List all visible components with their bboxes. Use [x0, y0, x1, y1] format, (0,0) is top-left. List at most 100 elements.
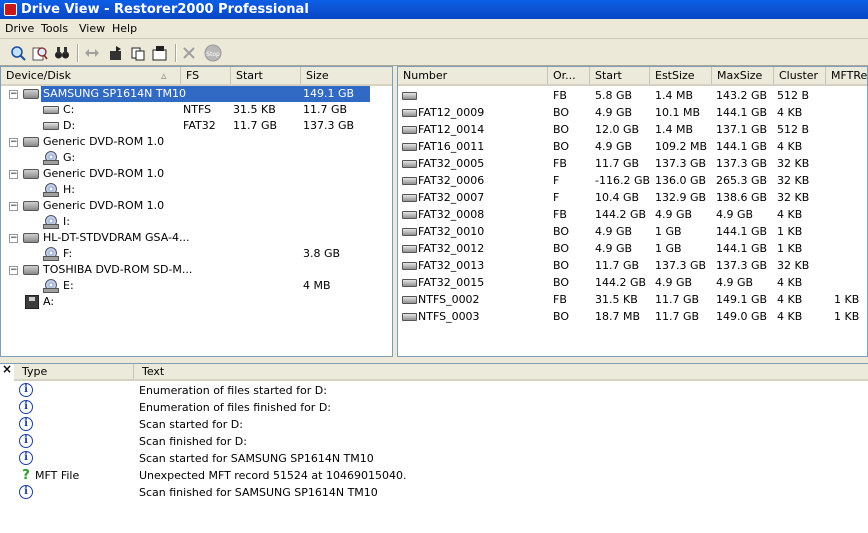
partition-maxsize: 137.3 GB	[716, 259, 768, 272]
tree-row[interactable]: I:	[1, 214, 392, 230]
save-icon[interactable]	[150, 43, 170, 63]
partition-icon	[402, 296, 417, 304]
table-row[interactable]: FAT32_0010 BO 4.9 GB 1 GB 144.1 GB 1 KB	[398, 224, 867, 241]
tree-row[interactable]: − SAMSUNG SP1614N TM10 149.1 GB	[1, 86, 392, 102]
table-row[interactable]: FAT32_0005 FB 11.7 GB 137.3 GB 137.3 GB 32 KB	[398, 156, 867, 173]
column-origin[interactable]: Or...	[548, 67, 590, 84]
device-name: C:	[63, 103, 75, 116]
cd-icon	[43, 279, 59, 293]
table-row[interactable]: FAT32_0015 BO 144.2 GB 4.9 GB 4.9 GB 4 KB	[398, 275, 867, 292]
log-row[interactable]: i Scan finished for SAMSUNG SP1614N TM10	[0, 485, 868, 502]
device-name: G:	[63, 151, 76, 164]
tree-row[interactable]: C: NTFS 31.5 KB 11.7 GB	[1, 102, 392, 118]
column-type[interactable]: Type	[14, 364, 134, 379]
tree-row[interactable]: − TOSHIBA DVD-ROM SD-M...	[1, 262, 392, 278]
tree-expand-icon[interactable]: −	[9, 138, 18, 147]
cd-base-shape	[43, 224, 59, 229]
partition-cluster: 4 KB	[777, 106, 803, 119]
log-text: Unexpected MFT record 51524 at 104690150…	[139, 469, 407, 482]
column-device-disk[interactable]: Device/Disk ▵	[1, 67, 181, 84]
partition-maxsize: 4.9 GB	[716, 276, 754, 289]
partition-number: FAT32_0013	[418, 259, 485, 272]
log-row[interactable]: i Enumeration of files finished for D:	[0, 400, 868, 417]
partition-start: 4.9 GB	[595, 140, 633, 153]
menu-tools[interactable]: Tools	[41, 22, 68, 35]
scan-drive-icon[interactable]	[8, 43, 28, 63]
table-row[interactable]: FAT32_0007 F 10.4 GB 132.9 GB 138.6 GB 32 KB	[398, 190, 867, 207]
menu-help[interactable]: Help	[112, 22, 137, 35]
column-mft-record[interactable]: MFTRe	[826, 67, 867, 84]
move-arrows-icon[interactable]	[82, 43, 102, 63]
table-row[interactable]: NTFS_0003 BO 18.7 MB 11.7 GB 149.0 GB 4 KB 1 K…	[398, 309, 867, 326]
partition-estsize: 136.0 GB	[655, 174, 707, 187]
tree-row[interactable]: D: FAT32 11.7 GB 137.3 GB	[1, 118, 392, 134]
info-icon: i	[19, 451, 33, 465]
copy-icon[interactable]	[128, 43, 148, 63]
binoculars-icon[interactable]	[52, 43, 72, 63]
partition-maxsize: 149.1 GB	[716, 293, 768, 306]
tree-row[interactable]: − HL-DT-STDVDRAM GSA-4...	[1, 230, 392, 246]
close-log-icon[interactable]: ×	[2, 363, 12, 376]
device-name: E:	[63, 279, 74, 292]
stop-icon[interactable]: Stop	[203, 43, 223, 63]
tree-row[interactable]: − Generic DVD-ROM 1.0	[1, 198, 392, 214]
partition-estsize: 109.2 MB	[655, 140, 708, 153]
table-row[interactable]: FAT32_0012 BO 4.9 GB 1 GB 144.1 GB 1 KB	[398, 241, 867, 258]
column-start[interactable]: Start	[590, 67, 650, 84]
column-maxsize[interactable]: MaxSize	[712, 67, 774, 84]
log-text: Enumeration of files finished for D:	[139, 401, 331, 414]
optical-drive-icon	[23, 201, 39, 211]
column-cluster[interactable]: Cluster	[774, 67, 826, 84]
partition-start: 11.7 GB	[595, 259, 640, 272]
log-text: Scan finished for SAMSUNG SP1614N TM10	[139, 486, 378, 499]
column-size[interactable]: Size	[301, 67, 392, 84]
floppy-icon	[25, 295, 39, 309]
tree-row[interactable]: A:	[1, 294, 392, 310]
table-row[interactable]: FB 5.8 GB 1.4 MB 143.2 GB 512 B	[398, 88, 867, 105]
column-fs[interactable]: FS	[181, 67, 231, 84]
log-row[interactable]: i Scan started for D:	[0, 417, 868, 434]
partition-list-pane: Number Or... Start EstSize MaxSize Clust…	[397, 66, 868, 357]
partition-start: 4.9 GB	[595, 242, 633, 255]
info-icon: i	[19, 434, 33, 448]
tree-row[interactable]: G:	[1, 150, 392, 166]
partition-number: FAT32_0007	[418, 191, 485, 204]
table-row[interactable]: FAT32_0008 FB 144.2 GB 4.9 GB 4.9 GB 4 KB	[398, 207, 867, 224]
column-text[interactable]: Text	[134, 364, 868, 379]
delete-icon[interactable]	[179, 43, 199, 63]
tree-expand-icon[interactable]: −	[9, 266, 18, 275]
menu-drive[interactable]: Drive	[5, 22, 34, 35]
table-row[interactable]: FAT12_0014 BO 12.0 GB 1.4 MB 137.1 GB 512 B	[398, 122, 867, 139]
table-row[interactable]: FAT16_0011 BO 4.9 GB 109.2 MB 144.1 GB 4 KB	[398, 139, 867, 156]
open-icon[interactable]	[106, 43, 126, 63]
tree-row[interactable]: H:	[1, 182, 392, 198]
partition-cluster: 32 KB	[777, 157, 810, 170]
tree-expand-icon[interactable]: −	[9, 170, 18, 179]
partition-cluster: 4 KB	[777, 310, 803, 323]
log-row[interactable]: ? MFT File Unexpected MFT record 51524 at …	[0, 468, 868, 485]
table-row[interactable]: FAT12_0009 BO 4.9 GB 10.1 MB 144.1 GB 4 KB	[398, 105, 867, 122]
search-files-icon[interactable]	[30, 43, 50, 63]
tree-row[interactable]: F: 3.8 GB	[1, 246, 392, 262]
partition-mft-record: 1 KB	[834, 310, 860, 323]
table-row[interactable]: NTFS_0002 FB 31.5 KB 11.7 GB 149.1 GB 4 KB 1 K…	[398, 292, 867, 309]
tree-expand-icon[interactable]: −	[9, 234, 18, 243]
tree-row[interactable]: E: 4 MB	[1, 278, 392, 294]
table-row[interactable]: FAT32_0013 BO 11.7 GB 137.3 GB 137.3 GB 32 KB	[398, 258, 867, 275]
partition-maxsize: 144.1 GB	[716, 225, 768, 238]
column-start[interactable]: Start	[231, 67, 301, 84]
menu-view[interactable]: View	[79, 22, 105, 35]
device-name: HL-DT-STDVDRAM GSA-4...	[43, 231, 190, 244]
column-estsize[interactable]: EstSize	[650, 67, 712, 84]
table-row[interactable]: FAT32_0006 F -116.2 GB 136.0 GB 265.3 GB 32 K…	[398, 173, 867, 190]
log-row[interactable]: i Scan started for SAMSUNG SP1614N TM10	[0, 451, 868, 468]
log-row[interactable]: i Scan finished for D:	[0, 434, 868, 451]
tree-row[interactable]: − Generic DVD-ROM 1.0	[1, 166, 392, 182]
partition-estsize: 1 GB	[655, 225, 682, 238]
log-row[interactable]: i Enumeration of files started for D:	[0, 383, 868, 400]
tree-expand-icon[interactable]: −	[9, 90, 18, 99]
column-number[interactable]: Number	[398, 67, 548, 84]
partition-origin: BO	[553, 123, 570, 136]
tree-row[interactable]: − Generic DVD-ROM 1.0	[1, 134, 392, 150]
tree-expand-icon[interactable]: −	[9, 202, 18, 211]
